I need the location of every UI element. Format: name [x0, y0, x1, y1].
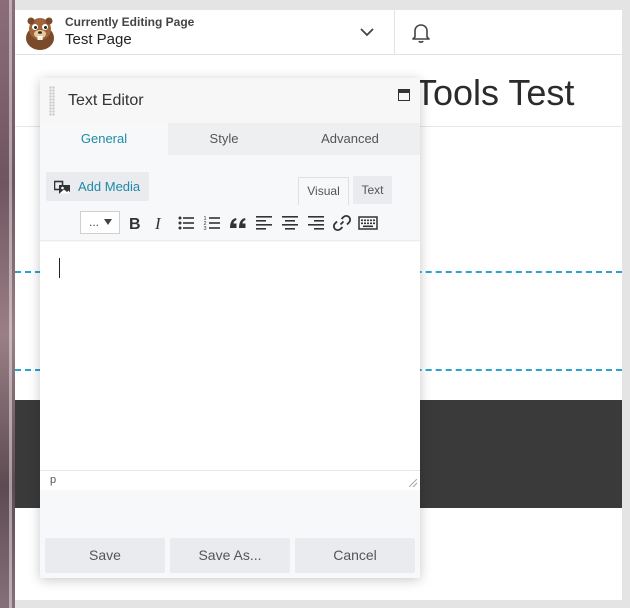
save-as-button[interactable]: Save As... — [170, 538, 290, 573]
visual-mode-tab[interactable]: Visual — [298, 177, 349, 205]
italic-icon[interactable]: I — [150, 213, 170, 233]
blockquote-icon[interactable] — [228, 213, 248, 233]
text-cursor — [59, 258, 60, 278]
page-name: Test Page — [65, 31, 132, 48]
drag-handle-icon[interactable] — [49, 86, 55, 116]
tab-general[interactable]: General — [40, 123, 168, 155]
panel-footer: Save Save As... Cancel — [40, 490, 420, 578]
align-right-icon[interactable] — [306, 213, 326, 233]
chevron-down-icon[interactable] — [358, 23, 376, 41]
keyboard-icon[interactable] — [358, 213, 378, 233]
resize-handle-icon[interactable] — [409, 479, 417, 487]
add-media-button[interactable]: Add Media — [46, 172, 149, 201]
link-icon[interactable] — [332, 213, 352, 233]
numbered-list-icon[interactable]: 1 2 3 — [202, 213, 222, 233]
editor-toolbar: ... B I 1 2 3 — [40, 205, 420, 241]
save-button[interactable]: Save — [45, 538, 165, 573]
bold-icon[interactable]: B — [124, 213, 144, 233]
tab-style[interactable]: Style — [168, 123, 280, 155]
bulleted-list-icon[interactable] — [176, 213, 196, 233]
editor-statusbar: p — [40, 470, 420, 490]
tab-advanced[interactable]: Advanced — [280, 123, 420, 155]
text-mode-tab[interactable]: Text — [353, 176, 392, 204]
editor-area: Add Media Visual Text ... B I 1 2 3 p — [40, 155, 420, 490]
page-heading: Tools Test — [415, 72, 575, 113]
format-select[interactable]: ... — [80, 211, 120, 234]
background-strip — [0, 0, 15, 608]
editing-label: Currently Editing Page — [65, 15, 195, 29]
minimize-icon[interactable] — [398, 89, 410, 101]
browser-frame: Currently Editing Page Test Page Tools T… — [0, 0, 630, 608]
media-icon — [53, 179, 71, 194]
svg-text:3: 3 — [204, 226, 207, 232]
builder-topbar: Currently Editing Page Test Page — [15, 10, 622, 55]
beaver-logo-icon[interactable] — [21, 14, 59, 52]
panel-title: Text Editor — [68, 92, 144, 109]
add-media-label: Add Media — [78, 179, 141, 194]
element-path[interactable]: p — [50, 474, 56, 486]
topbar-divider — [394, 10, 395, 55]
background-strip-line — [9, 0, 12, 608]
caret-down-icon — [104, 219, 112, 225]
editor-content-area[interactable] — [40, 242, 420, 470]
align-left-icon[interactable] — [254, 213, 274, 233]
bell-icon[interactable] — [411, 22, 431, 44]
svg-text:I: I — [154, 214, 162, 233]
align-center-icon[interactable] — [280, 213, 300, 233]
cancel-button[interactable]: Cancel — [295, 538, 415, 573]
panel-header[interactable]: Text Editor — [40, 78, 420, 123]
settings-tabs: General Style Advanced — [40, 123, 420, 155]
text-editor-panel: Text Editor General Style Advanced Add M… — [40, 78, 420, 578]
svg-text:B: B — [129, 216, 141, 233]
